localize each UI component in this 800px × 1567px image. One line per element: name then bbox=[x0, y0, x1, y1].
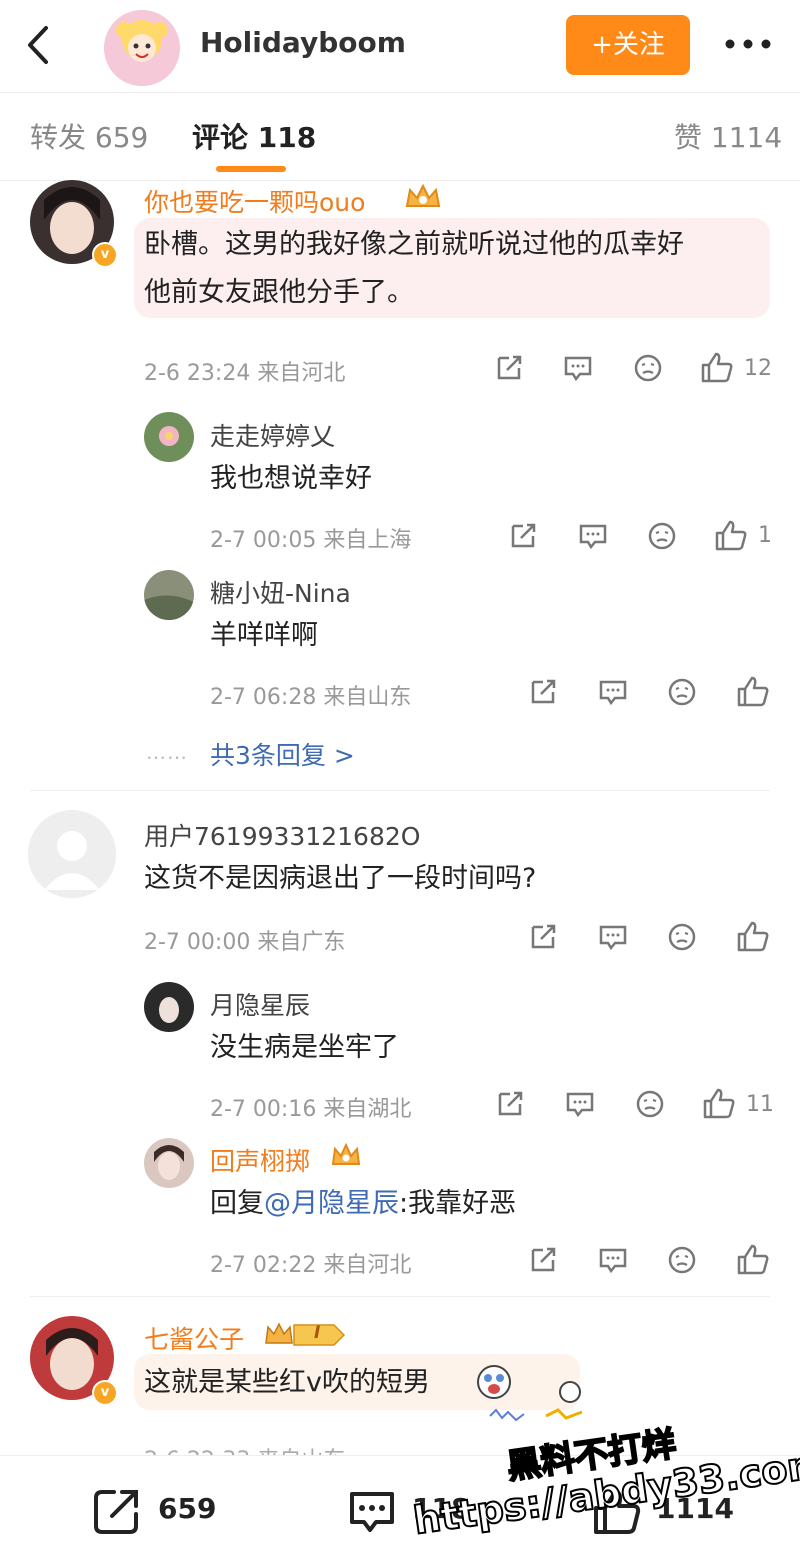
reply-author[interactable]: 回声栩掷 bbox=[210, 1142, 310, 1178]
divider bbox=[30, 790, 770, 791]
emoji-icon[interactable] bbox=[646, 520, 678, 552]
vip-level-badge: I bbox=[264, 1321, 346, 1349]
emoji-icon[interactable] bbox=[666, 1244, 698, 1276]
reply-meta: 2-7 06:28 来自山东 bbox=[210, 685, 412, 710]
comment-author[interactable]: 你也要吃一颗吗ouo bbox=[144, 183, 365, 219]
reply-meta: 2-7 00:05 来自上海 bbox=[210, 528, 412, 553]
like-count: 12 bbox=[744, 356, 772, 381]
profile-avatar[interactable] bbox=[104, 10, 180, 86]
comment-icon[interactable] bbox=[346, 1486, 398, 1538]
comment-meta: 2-7 00:00 来自广东 bbox=[144, 930, 346, 955]
repost-count[interactable]: 659 bbox=[158, 1492, 216, 1525]
comment-text: 这就是某些红v吹的短男 bbox=[144, 1367, 430, 1398]
reply-body: :我靠好恶 bbox=[399, 1188, 517, 1219]
comment-icon[interactable] bbox=[577, 520, 609, 552]
avatar[interactable] bbox=[144, 1138, 194, 1188]
reply-text: 回复@月隐星辰:我靠好恶 bbox=[210, 1181, 516, 1227]
more-replies-dots: …… bbox=[146, 740, 188, 764]
share-icon[interactable] bbox=[527, 921, 559, 953]
share-icon[interactable] bbox=[493, 352, 525, 384]
comment-author[interactable]: 七酱公子 bbox=[144, 1320, 244, 1356]
mention-link[interactable]: @月隐星辰 bbox=[264, 1188, 399, 1219]
reply-prefix: 回复 bbox=[210, 1188, 264, 1219]
verified-badge-icon: v bbox=[92, 242, 118, 268]
comment-icon[interactable] bbox=[597, 921, 629, 953]
profile-username[interactable]: Holidayboom bbox=[200, 26, 406, 59]
reply-author[interactable]: 月隐星辰 bbox=[210, 986, 310, 1022]
more-options-icon[interactable] bbox=[722, 24, 778, 64]
avatar[interactable] bbox=[28, 810, 116, 898]
like-icon[interactable] bbox=[714, 518, 747, 551]
comment-author[interactable]: 用户7619933121682O bbox=[144, 817, 420, 853]
like-icon[interactable] bbox=[700, 350, 733, 383]
reply-meta: 2-7 00:16 来自湖北 bbox=[210, 1097, 412, 1122]
active-tab-indicator bbox=[216, 166, 286, 172]
comment-icon[interactable] bbox=[597, 676, 629, 708]
follow-button[interactable]: +关注 bbox=[566, 15, 690, 75]
tab-reposts[interactable]: 转发 659 bbox=[30, 116, 148, 156]
tab-likes[interactable]: 赞 1114 bbox=[674, 116, 782, 156]
share-icon[interactable] bbox=[527, 676, 559, 708]
like-count: 11 bbox=[746, 1092, 774, 1117]
view-more-replies-link[interactable]: 共3条回复 > bbox=[210, 736, 355, 772]
emoji-icon[interactable] bbox=[634, 1088, 666, 1120]
reply-author[interactable]: 走走婷婷乂 bbox=[210, 417, 335, 453]
comment-text: 这货不是因病退出了一段时间吗? bbox=[144, 863, 537, 894]
verified-badge-icon: v bbox=[92, 1380, 118, 1406]
reply-text: 我也想说幸好 bbox=[210, 463, 372, 494]
comment-text: 他前女友跟他分手了。 bbox=[144, 277, 414, 308]
repost-icon[interactable] bbox=[92, 1486, 142, 1536]
tab-comments[interactable]: 评论 118 bbox=[192, 116, 316, 156]
vip-crown-icon bbox=[404, 182, 442, 212]
reply-meta: 2-7 02:22 来自河北 bbox=[210, 1253, 412, 1278]
emoji-icon[interactable] bbox=[666, 921, 698, 953]
like-icon[interactable] bbox=[736, 1242, 769, 1275]
like-icon[interactable] bbox=[736, 674, 769, 707]
comment-icon[interactable] bbox=[597, 1244, 629, 1276]
comment-icon[interactable] bbox=[564, 1088, 596, 1120]
like-count: 1 bbox=[758, 523, 772, 548]
comment-text: 卧槽。这男的我好像之前就听说过他的瓜幸好 bbox=[144, 229, 684, 260]
emoji-icon[interactable] bbox=[666, 676, 698, 708]
share-icon[interactable] bbox=[494, 1088, 526, 1120]
comment-meta: 2-6 23:24 来自河北 bbox=[144, 361, 346, 386]
emoji-icon[interactable] bbox=[632, 352, 664, 384]
reply-author[interactable]: 糖小妞-Nina bbox=[210, 574, 351, 610]
decorative-doodle-icon bbox=[486, 1376, 598, 1428]
reply-text: 没生病是坐牢了 bbox=[210, 1032, 399, 1063]
share-icon[interactable] bbox=[527, 1244, 559, 1276]
reply-text: 羊咩咩啊 bbox=[210, 620, 318, 651]
avatar[interactable] bbox=[144, 982, 194, 1032]
avatar[interactable] bbox=[144, 570, 194, 620]
like-icon[interactable] bbox=[736, 919, 769, 952]
divider bbox=[30, 1296, 770, 1297]
avatar[interactable] bbox=[144, 412, 194, 462]
vip-crown-icon bbox=[330, 1140, 362, 1170]
like-icon[interactable] bbox=[702, 1086, 735, 1119]
comment-icon[interactable] bbox=[562, 352, 594, 384]
back-icon[interactable] bbox=[18, 22, 58, 68]
share-icon[interactable] bbox=[507, 520, 539, 552]
